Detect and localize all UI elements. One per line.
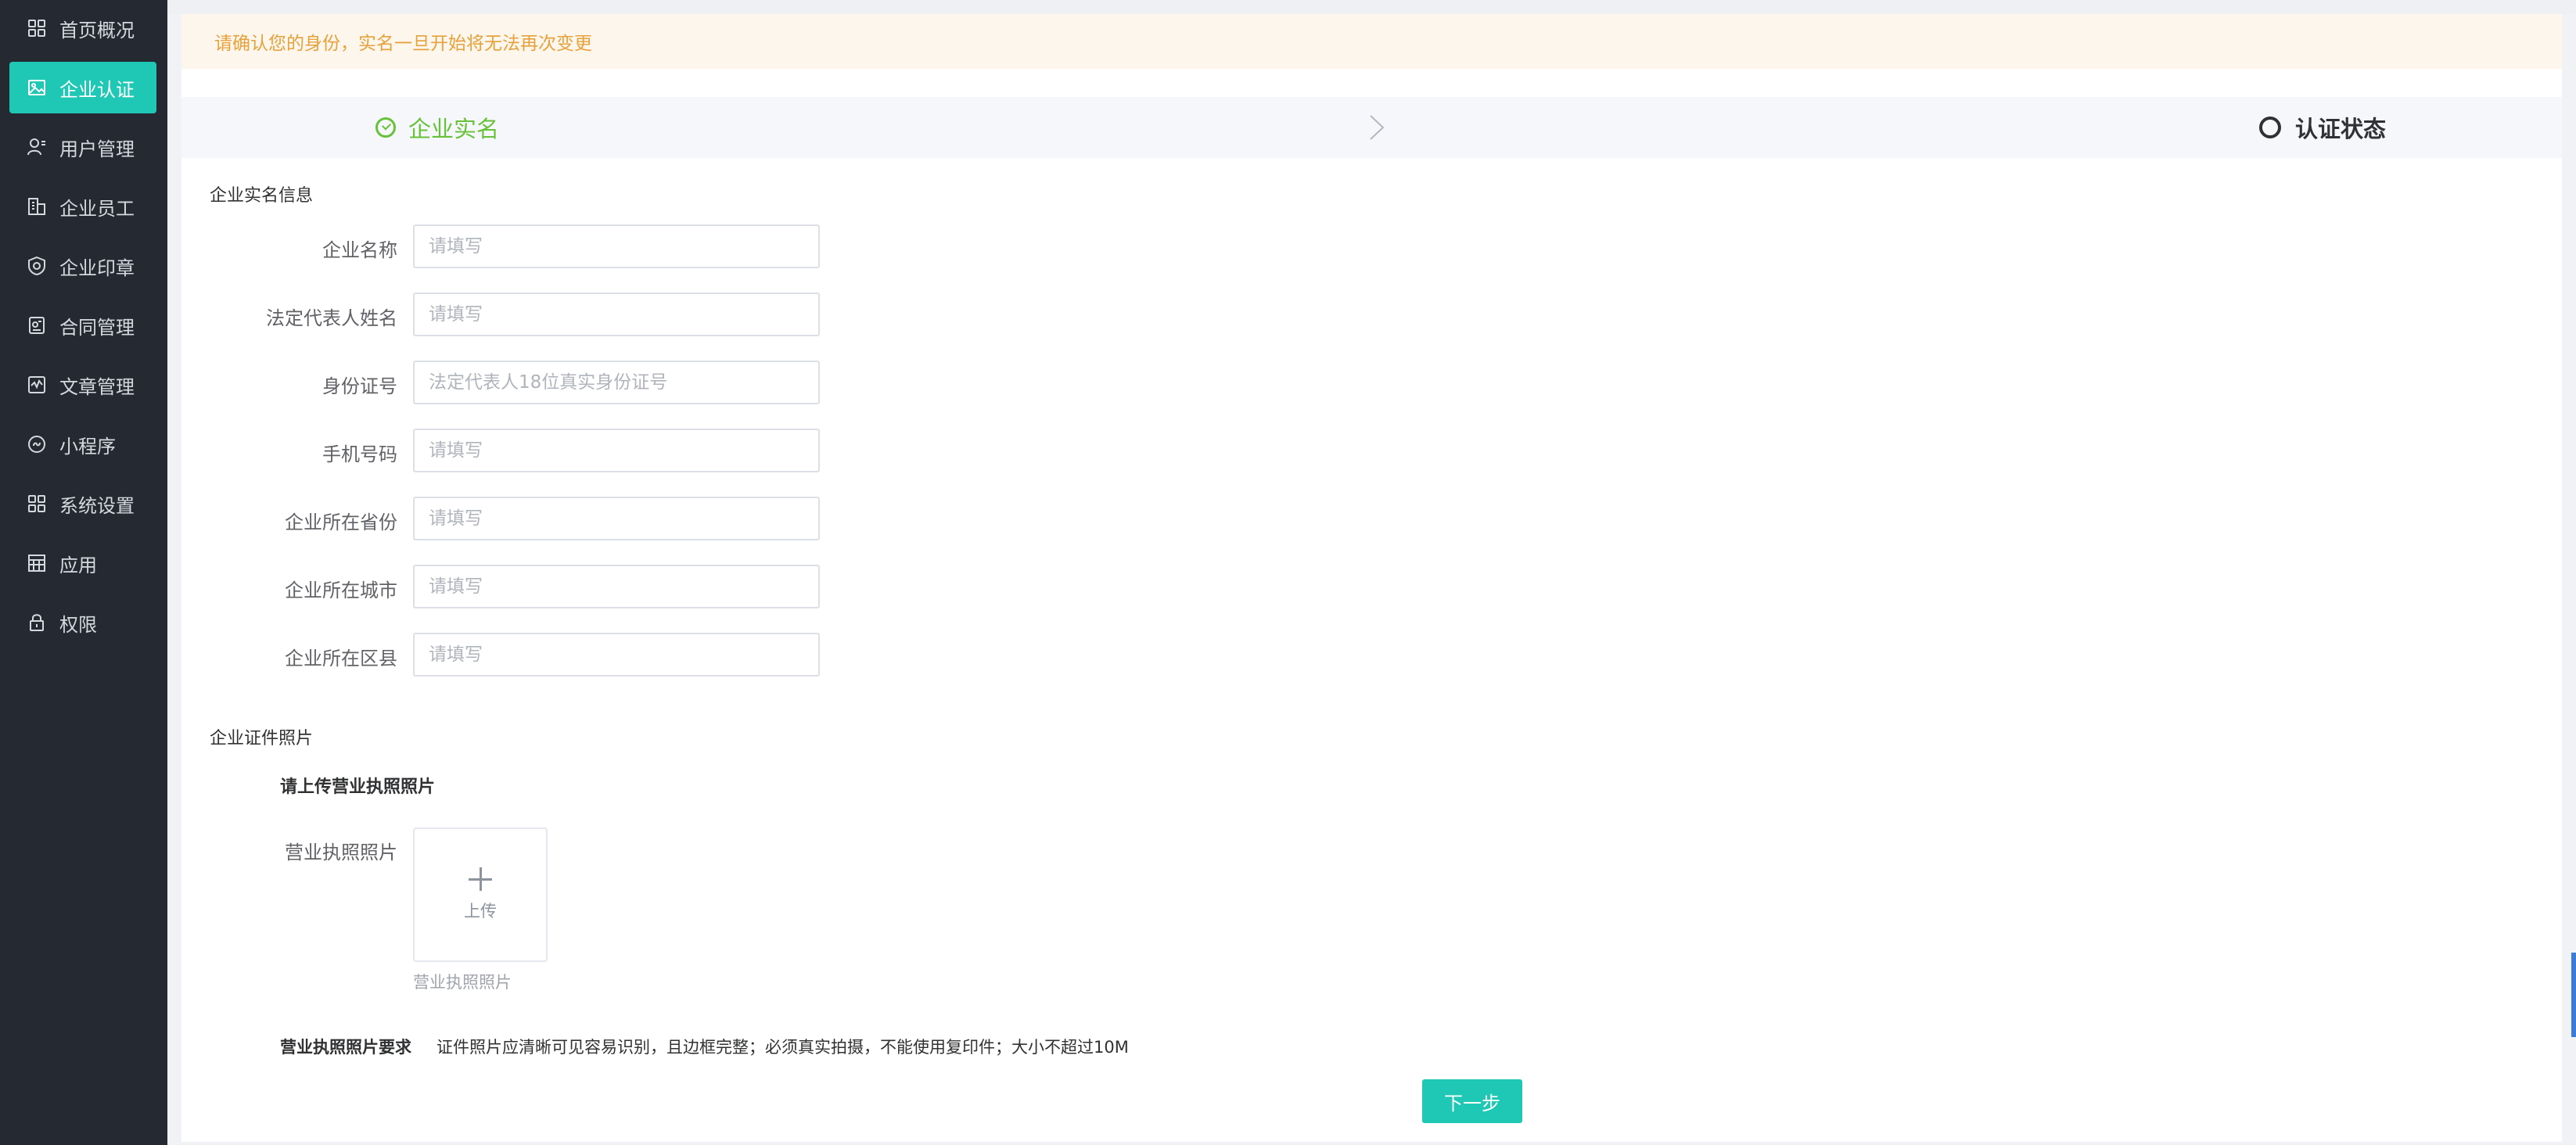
lock-icon xyxy=(27,612,47,633)
apps-icon xyxy=(27,553,47,573)
dashboard-icon xyxy=(27,18,47,38)
sidebar-item-label: 首页概况 xyxy=(59,19,135,41)
check-circle-icon xyxy=(375,117,396,138)
sidebar-item-employees[interactable]: 企业员工 xyxy=(9,181,156,232)
step-enterprise-realname: 企业实名 xyxy=(375,97,499,158)
section-title-realname-info: 企业实名信息 xyxy=(210,186,314,206)
label-license-photo: 营业执照照片 xyxy=(285,842,397,863)
step-label: 企业实名 xyxy=(408,116,500,142)
sidebar-item-contracts[interactable]: 合同管理 xyxy=(9,300,156,351)
sidebar-item-user-management[interactable]: 用户管理 xyxy=(9,121,156,173)
chevron-right-icon xyxy=(1370,115,1385,140)
label-company-name: 企业名称 xyxy=(322,239,397,261)
upload-subtitle: 请上传营业执照照片 xyxy=(280,777,436,797)
label-province: 企业所在省份 xyxy=(285,511,397,533)
sidebar-item-apps[interactable]: 应用 xyxy=(9,537,156,589)
upload-caption: 营业执照照片 xyxy=(413,973,512,992)
steps-bar: 企业实名 认证状态 xyxy=(181,97,2562,158)
label-id-number: 身份证号 xyxy=(322,375,397,397)
legal-rep-name-input[interactable] xyxy=(413,293,820,336)
sidebar-item-enterprise-auth[interactable]: 企业认证 xyxy=(9,62,156,113)
step-auth-status: 认证状态 xyxy=(2259,97,2386,158)
label-district: 企业所在区县 xyxy=(285,648,397,669)
next-step-button[interactable]: 下一步 xyxy=(1422,1079,1522,1123)
seal-icon xyxy=(27,256,47,276)
warning-notice-text: 请确认您的身份，实名一旦开始将无法再次变更 xyxy=(214,34,592,54)
sidebar: 首页概况 企业认证 用户管理 企业员工 企业印章 合同管理 文章管理 小程序 系… xyxy=(0,0,167,1145)
user-icon xyxy=(27,137,47,157)
sidebar-item-articles[interactable]: 文章管理 xyxy=(9,359,156,411)
sidebar-item-label: 企业认证 xyxy=(59,78,135,101)
label-city: 企业所在城市 xyxy=(285,580,397,601)
company-name-input[interactable] xyxy=(413,224,820,268)
article-icon xyxy=(27,375,47,395)
requirement-text: 证件照片应清晰可见容易识别，且边框完整；必须真实拍摄，不能使用复印件；大小不超过… xyxy=(437,1038,1129,1057)
label-legal-rep-name: 法定代表人姓名 xyxy=(266,307,397,329)
sidebar-item-label: 文章管理 xyxy=(59,375,135,398)
sidebar-item-label: 系统设置 xyxy=(59,494,135,517)
sidebar-item-permissions[interactable]: 权限 xyxy=(9,597,156,648)
upload-text: 上传 xyxy=(464,902,497,921)
plus-icon xyxy=(469,867,492,891)
main-area: 请确认您的身份，实名一旦开始将无法再次变更 企业实名 认证状态 企业实名信息 企… xyxy=(167,0,2576,1145)
district-input[interactable] xyxy=(413,633,820,677)
circle-icon xyxy=(2259,117,2281,138)
settings-grid-icon xyxy=(27,494,47,514)
building-icon xyxy=(27,196,47,217)
upload-license-button[interactable]: 上传 xyxy=(413,827,548,962)
sidebar-item-dashboard[interactable]: 首页概况 xyxy=(9,2,156,54)
sidebar-item-label: 企业员工 xyxy=(59,197,135,220)
province-input[interactable] xyxy=(413,497,820,540)
app-root: 首页概况 企业认证 用户管理 企业员工 企业印章 合同管理 文章管理 小程序 系… xyxy=(0,0,2576,1145)
phone-input[interactable] xyxy=(413,429,820,472)
sidebar-item-label: 应用 xyxy=(59,554,97,576)
scrollbar-thumb[interactable] xyxy=(2571,953,2576,1037)
section-title-certificate-photos: 企业证件照片 xyxy=(210,729,314,748)
step-label: 认证状态 xyxy=(2295,116,2387,142)
content-panel: 请确认您的身份，实名一旦开始将无法再次变更 企业实名 认证状态 企业实名信息 企… xyxy=(181,14,2576,1142)
label-phone: 手机号码 xyxy=(322,443,397,465)
sidebar-item-label: 企业印章 xyxy=(59,257,135,279)
warning-notice: 请确认您的身份，实名一旦开始将无法再次变更 xyxy=(181,14,2562,69)
id-number-input[interactable] xyxy=(413,361,820,404)
sidebar-item-mini-program[interactable]: 小程序 xyxy=(9,418,156,470)
mini-program-icon xyxy=(27,434,47,454)
sidebar-item-seal[interactable]: 企业印章 xyxy=(9,240,156,292)
city-input[interactable] xyxy=(413,565,820,608)
requirement-label: 营业执照照片要求 xyxy=(280,1038,411,1057)
sidebar-item-label: 合同管理 xyxy=(59,316,135,339)
sidebar-item-system-settings[interactable]: 系统设置 xyxy=(9,478,156,529)
contract-icon xyxy=(27,315,47,336)
sidebar-item-label: 权限 xyxy=(59,613,97,636)
sidebar-item-label: 用户管理 xyxy=(59,138,135,160)
sidebar-item-label: 小程序 xyxy=(59,435,116,458)
image-icon xyxy=(27,77,47,98)
top-band xyxy=(167,0,2576,14)
